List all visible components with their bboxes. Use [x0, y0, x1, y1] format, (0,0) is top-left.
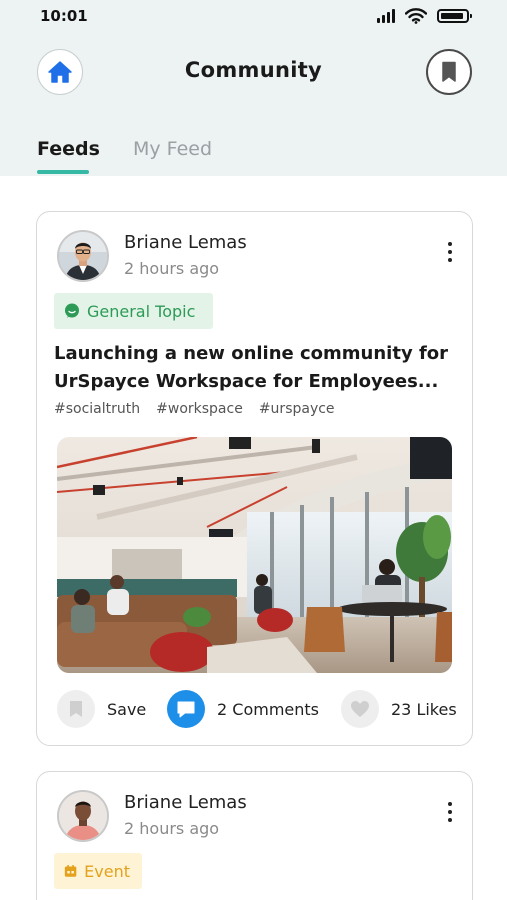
- post-time: 2 hours ago: [124, 259, 220, 278]
- topic-tag[interactable]: General Topic: [54, 293, 213, 329]
- author-name[interactable]: Briane Lemas: [124, 232, 247, 253]
- post-card[interactable]: Briane Lemas 2 hours ago Event: [36, 771, 473, 900]
- more-options-icon[interactable]: [442, 240, 458, 264]
- feed-tabs: Feeds My Feed: [0, 134, 507, 176]
- more-options-icon[interactable]: [442, 800, 458, 824]
- comments-button[interactable]: 2 Comments: [167, 690, 319, 728]
- chat-bubble-icon: [65, 303, 79, 318]
- likes-count: 23 Likes: [391, 699, 457, 719]
- post-title[interactable]: Launching a new online community for UrS…: [54, 340, 454, 396]
- like-button[interactable]: 23 Likes: [341, 690, 457, 728]
- status-bar: 10:01: [0, 0, 507, 32]
- calendar-icon: [64, 864, 77, 877]
- topic-tag-label: Event: [84, 861, 130, 881]
- wifi-icon: [405, 8, 427, 24]
- app-header: 10:01 Community Feeds My Feed: [0, 0, 507, 176]
- avatar[interactable]: [57, 230, 109, 282]
- hashtag[interactable]: #urspayce: [259, 401, 335, 417]
- hashtag[interactable]: #socialtruth: [54, 401, 140, 417]
- save-label: Save: [107, 699, 147, 719]
- heart-icon: [351, 701, 369, 717]
- active-tab-indicator: [37, 170, 89, 174]
- save-button[interactable]: Save: [57, 690, 146, 728]
- battery-icon: [437, 9, 472, 23]
- bookmarks-button[interactable]: [426, 49, 472, 95]
- hashtag[interactable]: #workspace: [156, 401, 243, 417]
- post-time: 2 hours ago: [124, 819, 220, 838]
- hashtag-list: #socialtruth #workspace #urspayce: [54, 401, 335, 417]
- status-time: 10:01: [40, 7, 88, 25]
- tab-feeds[interactable]: Feeds: [37, 138, 100, 160]
- tab-my-feed[interactable]: My Feed: [133, 138, 212, 160]
- comments-count: 2 Comments: [217, 699, 319, 719]
- bookmark-icon: [442, 61, 456, 82]
- signal-icon: [377, 9, 395, 23]
- author-name[interactable]: Briane Lemas: [124, 792, 247, 813]
- topic-tag-label: General Topic: [87, 301, 196, 321]
- post-image[interactable]: [57, 437, 452, 673]
- post-actions: Save 2 Comments 23 Likes: [57, 690, 457, 728]
- topic-tag[interactable]: Event: [54, 853, 142, 889]
- avatar[interactable]: [57, 790, 109, 842]
- post-card[interactable]: Briane Lemas 2 hours ago General Topic L…: [36, 211, 473, 746]
- bookmark-icon: [70, 701, 82, 717]
- status-icons: [377, 8, 472, 24]
- comment-icon: [177, 701, 195, 718]
